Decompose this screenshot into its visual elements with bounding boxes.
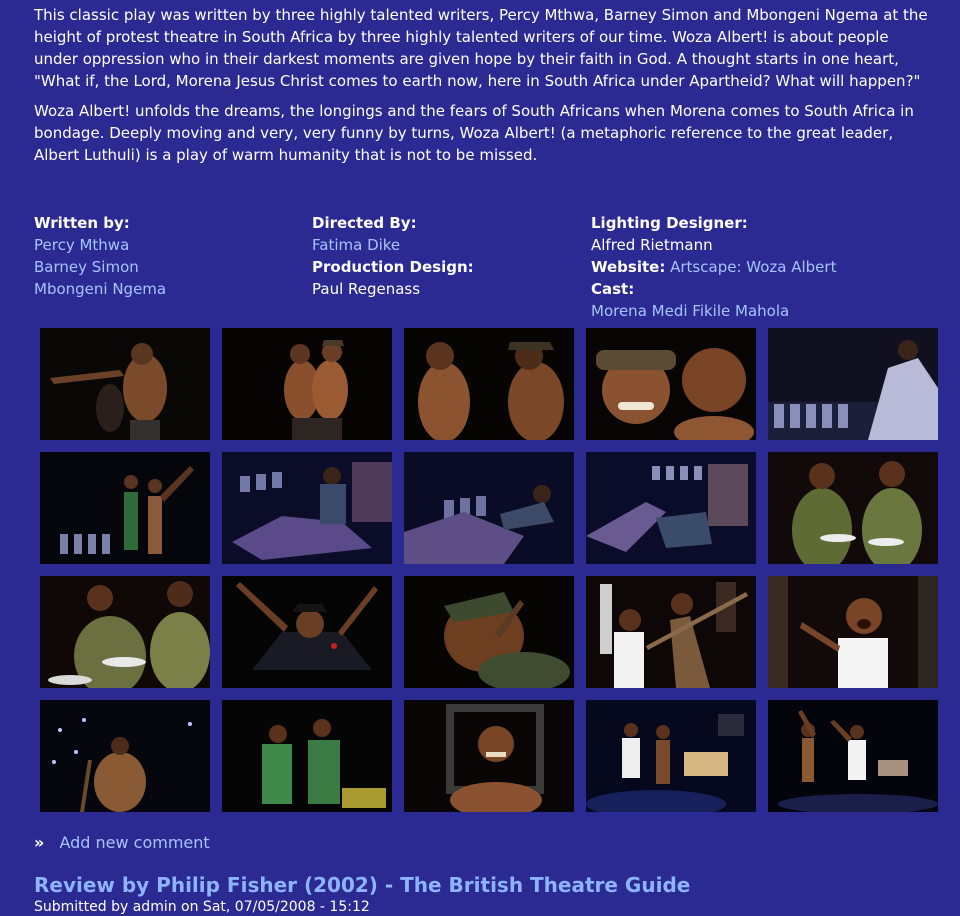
- submitted-info: Submitted by admin on Sat, 07/05/2008 - …: [34, 899, 370, 915]
- gallery-photo[interactable]: [40, 700, 210, 812]
- description-paragraph-1: This classic play was written by three h…: [34, 6, 928, 90]
- writer-link[interactable]: Barney Simon: [34, 256, 166, 278]
- lighting-designer-label: Lighting Designer:: [591, 214, 748, 232]
- gallery-photo[interactable]: [768, 700, 938, 812]
- gallery-photo[interactable]: [404, 328, 574, 440]
- gallery-photo[interactable]: [586, 328, 756, 440]
- gallery-photo[interactable]: [40, 452, 210, 564]
- gallery-photo[interactable]: [222, 700, 392, 812]
- website-label: Website:: [591, 258, 666, 276]
- add-comment-link[interactable]: Add new comment: [59, 833, 209, 852]
- credits-direction: Directed By: Fatima Dike Production Desi…: [312, 212, 474, 300]
- lighting-designer: Alfred Rietmann: [591, 236, 713, 254]
- cast-link[interactable]: Morena Medi Fikile Mahola: [591, 300, 836, 322]
- gallery-photo[interactable]: [768, 328, 938, 440]
- bullet-icon: »: [34, 833, 45, 852]
- production-design-label: Production Design:: [312, 258, 474, 276]
- website-link[interactable]: Artscape: Woza Albert: [670, 258, 836, 276]
- photo-gallery: [40, 328, 938, 816]
- gallery-photo[interactable]: [586, 452, 756, 564]
- gallery-photo[interactable]: [222, 576, 392, 688]
- gallery-photo[interactable]: [586, 576, 756, 688]
- gallery-photo[interactable]: [40, 328, 210, 440]
- gallery-photo[interactable]: [40, 576, 210, 688]
- gallery-photo[interactable]: [222, 328, 392, 440]
- gallery-photo[interactable]: [586, 700, 756, 812]
- credits-written-by: Written by: Percy Mthwa Barney Simon Mbo…: [34, 212, 166, 300]
- gallery-photo[interactable]: [404, 700, 574, 812]
- cast-label: Cast:: [591, 280, 635, 298]
- gallery-photo[interactable]: [768, 452, 938, 564]
- writer-link[interactable]: Mbongeni Ngema: [34, 278, 166, 300]
- review-title-link[interactable]: Review by Philip Fisher (2002) - The Bri…: [34, 872, 690, 898]
- writer-link[interactable]: Percy Mthwa: [34, 234, 166, 256]
- gallery-photo[interactable]: [404, 576, 574, 688]
- directed-by-label: Directed By:: [312, 214, 417, 232]
- credits-other: Lighting Designer: Alfred Rietmann Websi…: [591, 212, 836, 322]
- credits-block: Written by: Percy Mthwa Barney Simon Mbo…: [34, 212, 934, 324]
- gallery-photo[interactable]: [768, 576, 938, 688]
- production-designer: Paul Regenass: [312, 280, 421, 298]
- comment-row: » Add new comment: [34, 832, 210, 854]
- written-by-label: Written by:: [34, 214, 130, 232]
- gallery-photo[interactable]: [404, 452, 574, 564]
- director-link[interactable]: Fatima Dike: [312, 234, 474, 256]
- description-paragraph-2: Woza Albert! unfolds the dreams, the lon…: [34, 102, 914, 164]
- gallery-photo[interactable]: [222, 452, 392, 564]
- description: This classic play was written by three h…: [34, 4, 934, 166]
